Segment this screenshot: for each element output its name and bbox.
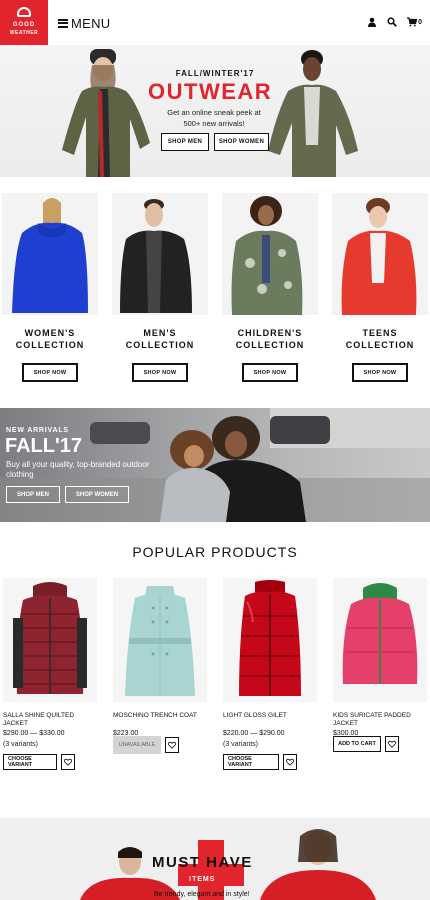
arrivals-shop-men-button[interactable]: SHOP MEN [6, 486, 60, 503]
hero-subtitle: Get an online sneak peek at 500+ new arr… [167, 108, 261, 128]
arrivals-shop-women-button[interactable]: SHOP WOMEN [65, 486, 129, 503]
hero-model-man-image [268, 50, 358, 177]
popular-products-title: POPULAR PRODUCTS [132, 544, 298, 560]
hero-shop-men-button[interactable]: SHOP MEN [161, 133, 209, 151]
heart-icon [64, 758, 72, 766]
arrivals-headline: FALL'17 [5, 435, 82, 457]
product-card: SALLA SHINE QUILTED JACKET $290.00 — $33… [3, 578, 97, 770]
wishlist-button[interactable] [385, 736, 399, 752]
collection-womens-title-line1: WOMEN'S [24, 328, 76, 338]
collection-teens-title-line2: COLLECTION [345, 340, 415, 350]
product-card: LIGHT GLOSS GILET $220.00 — $290.00 (3 v… [223, 578, 317, 770]
cart-button[interactable]: 0 [407, 17, 422, 27]
must-have-banner: MUST HAVE ITEMS Be trendy, elegant and i… [0, 818, 430, 900]
product-actions: ADD TO CART [333, 736, 427, 752]
collection-teens-title-line1: TEENS [362, 328, 398, 338]
new-arrivals-banner: NEW ARRIVALS FALL'17 Buy all your qualit… [0, 408, 430, 522]
wishlist-button[interactable] [165, 737, 179, 753]
product-image[interactable] [113, 578, 207, 702]
menu-label: MENU [71, 15, 111, 31]
site-header: GOOD WEATHER MENU 0 [0, 0, 430, 45]
hero-banner: FALL/WINTER'17 OUTWEAR Get an online sne… [0, 45, 430, 177]
brand-name-line2: WEATHER [9, 30, 39, 36]
product-card: MOSCHINO TRENCH COAT $223.00 UNAVAILABLE [113, 578, 207, 754]
cloud-icon [17, 7, 31, 17]
collection-womens: WOMEN'S COLLECTION SHOP NOW [2, 193, 98, 382]
wishlist-button[interactable] [61, 754, 75, 770]
choose-variant-button[interactable]: CHOOSE VARIANT [3, 754, 57, 770]
collection-childrens-title-line2: COLLECTION [235, 340, 305, 350]
collection-mens-title-line1: MEN'S [143, 328, 177, 338]
header-icons: 0 [367, 17, 422, 27]
collection-mens-title-line2: COLLECTION [125, 340, 195, 350]
product-name[interactable]: SALLA SHINE QUILTED JACKET [3, 712, 97, 728]
product-name[interactable]: KIDS SURICATE PADDED JACKET [333, 712, 427, 728]
add-to-cart-button[interactable]: ADD TO CART [333, 736, 381, 752]
menu-button[interactable]: MENU [58, 14, 110, 32]
heart-icon [168, 741, 176, 749]
search-icon[interactable] [387, 17, 398, 27]
product-name[interactable]: LIGHT GLOSS GILET [223, 712, 317, 728]
collection-teens: TEENS COLLECTION SHOP NOW [332, 193, 428, 382]
collection-teens-image[interactable] [332, 193, 428, 315]
hero-kicker: FALL/WINTER'17 [175, 69, 255, 78]
product-variants: (3 variants) [3, 741, 39, 748]
hero-model-woman-image [62, 49, 150, 177]
unavailable-badge: UNAVAILABLE [113, 736, 161, 754]
heart-icon [388, 740, 396, 748]
product-actions: CHOOSE VARIANT [3, 754, 97, 770]
collection-mens-image[interactable] [112, 193, 208, 315]
product-image[interactable] [333, 578, 427, 702]
collection-womens-shop-button[interactable]: SHOP NOW [22, 363, 78, 382]
collection-childrens-shop-button[interactable]: SHOP NOW [242, 363, 298, 382]
hero-shop-women-button[interactable]: SHOP WOMEN [214, 133, 269, 151]
collection-childrens-image[interactable] [222, 193, 318, 315]
product-actions: CHOOSE VARIANT [223, 754, 317, 770]
wishlist-button[interactable] [283, 754, 297, 770]
product-variants: (3 variants) [223, 741, 259, 748]
hero-headline: OUTWEAR [148, 79, 273, 104]
collection-childrens: CHILDREN'S COLLECTION SHOP NOW [222, 193, 318, 382]
hamburger-icon [58, 18, 68, 28]
product-image[interactable] [3, 578, 97, 702]
must-have-headline: MUST HAVE [152, 854, 253, 871]
user-icon[interactable] [367, 17, 377, 27]
product-price: $220.00 — $290.00 [223, 730, 285, 737]
collection-childrens-title-line1: CHILDREN'S [237, 328, 303, 338]
collection-mens-shop-button[interactable]: SHOP NOW [132, 363, 188, 382]
cart-count: 0 [418, 18, 422, 26]
brand-name-line1: GOOD [12, 22, 36, 28]
product-name[interactable]: MOSCHINO TRENCH COAT [113, 712, 207, 728]
brand-logo[interactable]: GOOD WEATHER [0, 0, 48, 45]
arrivals-kicker: NEW ARRIVALS [6, 427, 69, 434]
choose-variant-button[interactable]: CHOOSE VARIANT [223, 754, 279, 770]
collection-mens: MEN'S COLLECTION SHOP NOW [112, 193, 208, 382]
product-actions: UNAVAILABLE [113, 736, 207, 754]
must-have-tagline: Be trendy, elegant and in style! [154, 891, 250, 898]
product-price: $290.00 — $330.00 [3, 730, 65, 737]
must-have-items-label: ITEMS [189, 876, 216, 883]
cart-icon [407, 17, 418, 27]
collection-womens-image[interactable] [2, 193, 98, 315]
product-card: KIDS SURICATE PADDED JACKET $300.00 ADD … [333, 578, 427, 752]
collection-teens-shop-button[interactable]: SHOP NOW [352, 363, 408, 382]
heart-icon [286, 758, 294, 766]
product-image[interactable] [223, 578, 317, 702]
arrivals-subtitle: Buy all your quality, top-branded outdoo… [6, 460, 150, 479]
collection-womens-title-line2: COLLECTION [15, 340, 85, 350]
